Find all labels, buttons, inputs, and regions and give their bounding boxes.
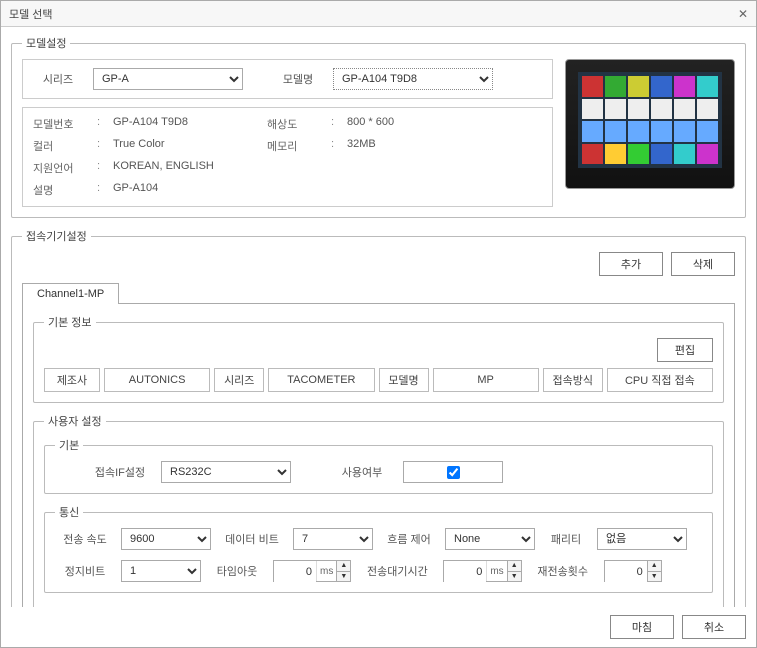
delete-button[interactable]: 삭제 (671, 252, 735, 276)
series-label-bi: 시리즈 (214, 368, 264, 392)
memory-value: 32MB (347, 138, 467, 154)
resolution-value: 800 * 600 (347, 116, 467, 132)
model-label-bi: 모델명 (379, 368, 429, 392)
color-label: 컬러 (33, 138, 93, 154)
wait-label: 전송대기시간 (357, 563, 437, 579)
model-value-bi: MP (433, 368, 539, 392)
parity-label: 패리티 (541, 531, 591, 547)
finish-button[interactable]: 마침 (610, 615, 674, 639)
timeout-unit: ms (316, 561, 336, 581)
user-settings-legend: 사용자 설정 (44, 413, 106, 429)
retry-input[interactable] (605, 561, 647, 583)
lang-value: KOREAN, ENGLISH (113, 160, 467, 176)
spin-down-icon[interactable]: ▼ (508, 572, 521, 582)
if-label: 접속IF설정 (85, 464, 155, 480)
retry-spinner[interactable]: ▲▼ (604, 560, 662, 582)
retry-label: 재전송횟수 (528, 563, 598, 579)
databit-label: 데이터 비트 (217, 531, 287, 547)
spin-down-icon[interactable]: ▼ (337, 572, 350, 582)
model-settings-legend: 모델설정 (22, 35, 70, 51)
if-select[interactable]: RS232C (161, 461, 291, 483)
databit-select[interactable]: 7 (293, 528, 373, 550)
channel-tabbody: 기본 정보 편집 제조사 AUTONICS 시리즈 TACOMETER 모델명 … (22, 304, 735, 607)
modelno-label: 모델번호 (33, 116, 93, 132)
wait-spinner[interactable]: ms ▲▼ (443, 560, 521, 582)
use-checkbox-box (403, 461, 503, 483)
conntype-value: CPU 직접 접속 (607, 368, 713, 392)
modelname-label: 모델명 (273, 71, 323, 87)
model-settings-group: 모델설정 시리즈 GP-A 모델명 GP-A104 T9D8 (11, 35, 746, 218)
flow-select[interactable]: None (445, 528, 535, 550)
parity-select[interactable]: 없음 (597, 528, 687, 550)
spin-up-icon[interactable]: ▲ (337, 561, 350, 572)
connection-settings-legend: 접속기기설정 (22, 228, 91, 244)
user-settings-group: 사용자 설정 기본 접속IF설정 RS232C 사용여부 (33, 413, 724, 607)
spin-up-icon[interactable]: ▲ (648, 561, 661, 572)
modelno-value: GP-A104 T9D8 (113, 116, 263, 132)
use-checkbox[interactable] (447, 466, 460, 479)
maker-value: AUTONICS (104, 368, 210, 392)
baud-label: 전송 속도 (55, 531, 115, 547)
titlebar: 모델 선택 ✕ (1, 1, 756, 27)
maker-label: 제조사 (44, 368, 100, 392)
model-select-dialog: 모델 선택 ✕ 모델설정 시리즈 GP-A 모델명 GP-A104 T9D8 (0, 0, 757, 648)
dialog-footer: 마침 취소 (1, 607, 756, 647)
edit-button[interactable]: 편집 (657, 338, 713, 362)
desc-value: GP-A104 (113, 182, 467, 198)
flow-label: 흐름 제어 (379, 531, 439, 547)
series-label: 시리즈 (33, 71, 83, 87)
baud-select[interactable]: 9600 (121, 528, 211, 550)
content-area: 모델설정 시리즈 GP-A 모델명 GP-A104 T9D8 (1, 27, 756, 607)
stopbit-label: 정지비트 (55, 563, 115, 579)
tab-channel1[interactable]: Channel1-MP (22, 283, 119, 304)
color-value: True Color (113, 138, 263, 154)
basic-info-group: 기본 정보 편집 제조사 AUTONICS 시리즈 TACOMETER 모델명 … (33, 314, 724, 403)
basic-legend: 기본 (55, 437, 83, 453)
device-preview-image (565, 59, 735, 189)
add-button[interactable]: 추가 (599, 252, 663, 276)
desc-label: 설명 (33, 182, 93, 198)
basic-info-legend: 기본 정보 (44, 314, 96, 330)
use-label: 사용여부 (327, 464, 397, 480)
spin-up-icon[interactable]: ▲ (508, 561, 521, 572)
basic-group: 기본 접속IF설정 RS232C 사용여부 (44, 437, 713, 494)
spin-down-icon[interactable]: ▼ (648, 572, 661, 582)
lang-label: 지원언어 (33, 160, 93, 176)
model-info-box: 모델번호 : GP-A104 T9D8 해상도 : 800 * 600 컬러 :… (22, 107, 553, 207)
timeout-label: 타임아웃 (207, 563, 267, 579)
stopbit-select[interactable]: 1 (121, 560, 201, 582)
close-icon[interactable]: ✕ (738, 7, 748, 21)
resolution-label: 해상도 (267, 116, 327, 132)
window-title: 모델 선택 (9, 6, 738, 22)
memory-label: 메모리 (267, 138, 327, 154)
comm-group: 통신 전송 속도 9600 데이터 비트 7 흐름 제어 None 패리티 없음 (44, 504, 713, 593)
timeout-input[interactable] (274, 561, 316, 583)
series-select[interactable]: GP-A (93, 68, 243, 90)
channel-tabbar: Channel1-MP (22, 282, 735, 304)
model-select-row: 시리즈 GP-A 모델명 GP-A104 T9D8 (22, 59, 553, 99)
series-value-bi: TACOMETER (268, 368, 374, 392)
wait-unit: ms (486, 561, 506, 581)
conntype-label: 접속방식 (543, 368, 603, 392)
comm-legend: 통신 (55, 504, 83, 520)
modelname-select[interactable]: GP-A104 T9D8 (333, 68, 493, 90)
connection-settings-group: 접속기기설정 추가 삭제 Channel1-MP 기본 정보 편집 제조사 AU… (11, 228, 746, 607)
timeout-spinner[interactable]: ms ▲▼ (273, 560, 351, 582)
wait-input[interactable] (444, 561, 486, 583)
cancel-button[interactable]: 취소 (682, 615, 746, 639)
